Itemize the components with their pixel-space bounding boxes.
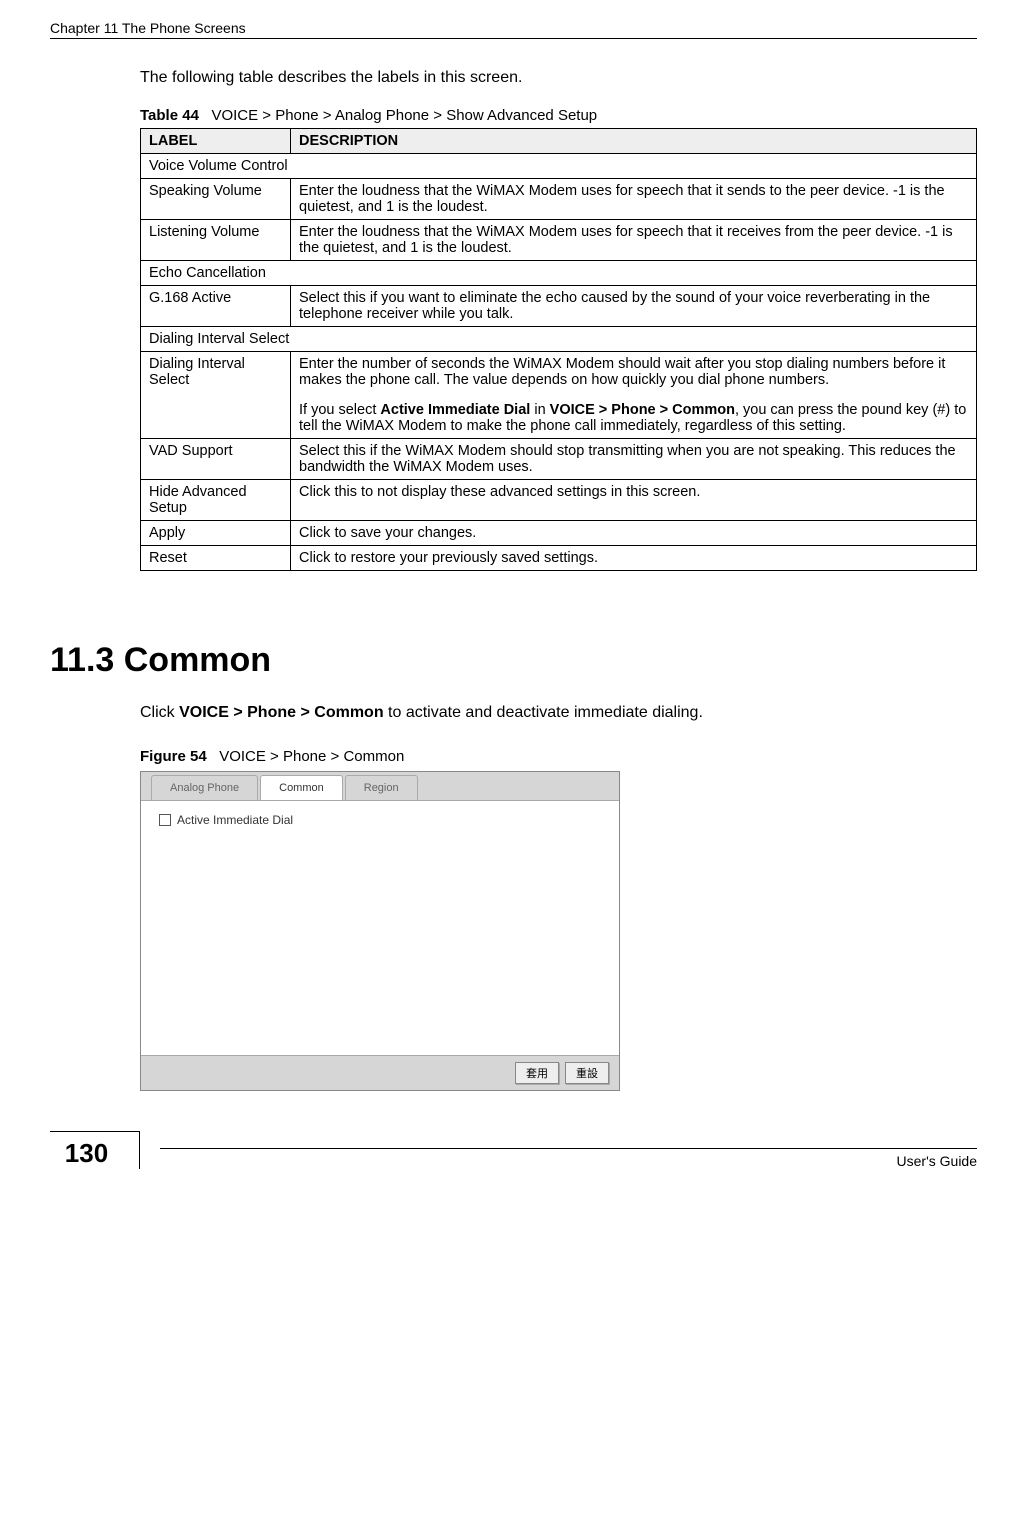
page-header: Chapter 11 The Phone Screens (50, 20, 977, 39)
checkbox-label: Active Immediate Dial (177, 813, 293, 827)
label-listening-volume: Listening Volume (141, 220, 291, 261)
apply-button[interactable]: 套用 (515, 1062, 559, 1084)
desc-dialing-p2: If you select Active Immediate Dial in V… (299, 402, 968, 434)
desc-reset: Click to restore your previously saved s… (291, 546, 977, 571)
desc-listening-volume: Enter the loudness that the WiMAX Modem … (291, 220, 977, 261)
settings-table: LABEL DESCRIPTION Voice Volume Control S… (140, 128, 977, 571)
label-reset: Reset (141, 546, 291, 571)
desc-speaking-volume: Enter the loudness that the WiMAX Modem … (291, 179, 977, 220)
desc-vad-support: Select this if the WiMAX Modem should st… (291, 439, 977, 480)
intro-text: The following table describes the labels… (140, 69, 977, 87)
label-hide-advanced: Hide Advanced Setup (141, 480, 291, 521)
label-dialing-interval-select: Dialing Interval Select (141, 352, 291, 439)
tabs: Analog Phone Common Region (141, 772, 619, 800)
page-number: 130 (50, 1131, 140, 1169)
tab-region[interactable]: Region (345, 775, 418, 800)
section-text: Click VOICE > Phone > Common to activate… (140, 704, 977, 722)
page-footer: 130 User's Guide (50, 1131, 977, 1169)
table-caption-text: VOICE > Phone > Analog Phone > Show Adva… (211, 107, 597, 124)
figure-caption: Figure 54 VOICE > Phone > Common (140, 748, 977, 765)
th-description: DESCRIPTION (291, 129, 977, 154)
label-g168: G.168 Active (141, 286, 291, 327)
checkbox-row: Active Immediate Dial (159, 813, 601, 827)
tab-analog-phone[interactable]: Analog Phone (151, 775, 258, 800)
reset-button[interactable]: 重設 (565, 1062, 609, 1084)
label-speaking-volume: Speaking Volume (141, 179, 291, 220)
desc-dialing-p1: Enter the number of seconds the WiMAX Mo… (299, 356, 945, 388)
button-row: 套用 重設 (141, 1055, 619, 1090)
figure-caption-text: VOICE > Phone > Common (219, 748, 404, 765)
desc-apply: Click to save your changes. (291, 521, 977, 546)
table-caption: Table 44 VOICE > Phone > Analog Phone > … (140, 107, 977, 124)
row-dialing-interval-select-header: Dialing Interval Select (141, 327, 977, 352)
tab-common[interactable]: Common (260, 775, 343, 800)
label-vad-support: VAD Support (141, 439, 291, 480)
chapter-title: Chapter 11 The Phone Screens (50, 20, 977, 36)
row-echo-cancellation: Echo Cancellation (141, 261, 977, 286)
footer-guide: User's Guide (160, 1148, 977, 1169)
desc-dialing-interval-select: Enter the number of seconds the WiMAX Mo… (291, 352, 977, 439)
desc-g168: Select this if you want to eliminate the… (291, 286, 977, 327)
row-voice-volume-control: Voice Volume Control (141, 154, 977, 179)
screenshot-common: Analog Phone Common Region Active Immedi… (140, 771, 620, 1091)
checkbox-active-immediate-dial[interactable] (159, 814, 171, 826)
label-apply: Apply (141, 521, 291, 546)
figure-caption-label: Figure 54 (140, 748, 207, 765)
table-caption-label: Table 44 (140, 107, 199, 124)
desc-hide-advanced: Click this to not display these advanced… (291, 480, 977, 521)
tab-content: Active Immediate Dial (141, 800, 619, 1055)
th-label: LABEL (141, 129, 291, 154)
section-heading-common: 11.3 Common (50, 641, 977, 680)
